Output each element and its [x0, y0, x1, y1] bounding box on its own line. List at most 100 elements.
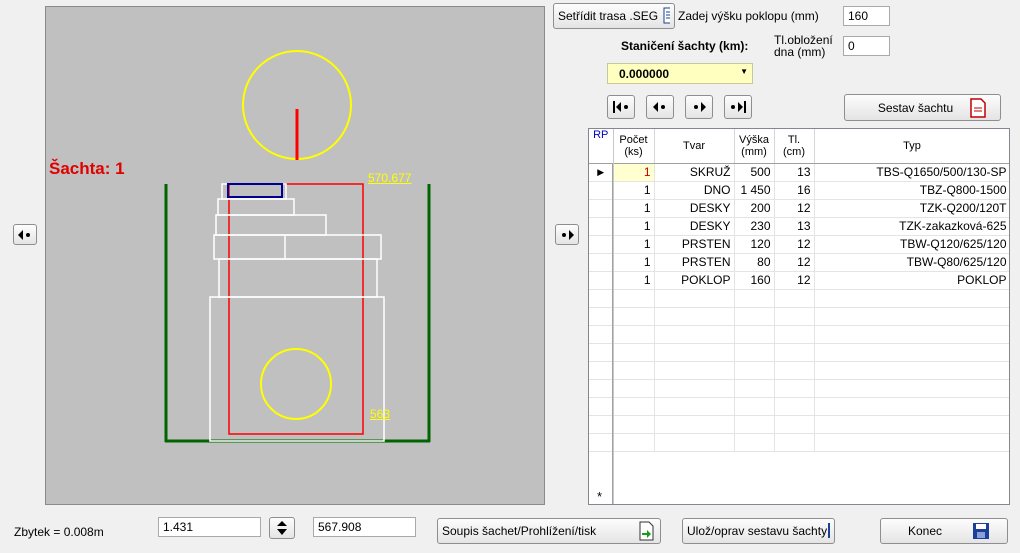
column-header-height[interactable]: Výška (mm): [734, 129, 775, 164]
sort-route-button[interactable]: Setřídit trasa .SEG: [553, 3, 675, 29]
document-sort-icon: [663, 7, 670, 24]
shape-cell[interactable]: SKRUŽ: [654, 163, 735, 182]
first-record-icon: [613, 101, 628, 113]
empty-cell: [814, 343, 1009, 362]
empty-cell: [734, 307, 775, 326]
assemble-shaft-label: Sestav šachtu: [877, 100, 954, 115]
floor-thickness-input[interactable]: 0: [843, 36, 890, 56]
empty-cell: [734, 433, 775, 452]
document-export-icon: [639, 521, 654, 541]
shaft-list-print-button[interactable]: Soupis šachet/Prohlížení/tisk: [437, 518, 661, 544]
first-shaft-button[interactable]: [607, 95, 635, 119]
last-shaft-button[interactable]: [724, 95, 752, 119]
top-elevation-label: 570.677: [368, 171, 412, 185]
column-header-count[interactable]: Počet (ks): [613, 129, 655, 164]
type-cell[interactable]: TBS-Q1650/500/130-SP: [814, 163, 1009, 182]
type-cell[interactable]: TBZ-Q800-1500: [814, 181, 1009, 200]
height-cell[interactable]: 80: [734, 253, 775, 272]
count-cell[interactable]: 1: [613, 163, 655, 182]
shape-cell[interactable]: POKLOP: [654, 271, 735, 290]
swap-values-button[interactable]: [269, 517, 295, 539]
value2-input[interactable]: 567.908: [313, 517, 416, 537]
table-row[interactable]: 1 POKLOP 160 12 POKLOP: [589, 271, 1009, 290]
grid-row-header-column: [589, 164, 613, 504]
table-row[interactable]: 1 DESKY 200 12 TZK-Q200/120T: [589, 199, 1009, 218]
previous-shaft-button[interactable]: [13, 224, 37, 245]
next-shaft-side-button[interactable]: [555, 224, 579, 245]
empty-cell: [814, 325, 1009, 344]
lid-height-label: Zadej výšku poklopu (mm): [678, 9, 819, 23]
thickness-cell[interactable]: 16: [774, 181, 815, 200]
empty-cell: [734, 289, 775, 308]
height-cell[interactable]: 500: [734, 163, 775, 182]
height-cell[interactable]: 230: [734, 217, 775, 236]
count-cell[interactable]: 1: [613, 271, 655, 290]
value1-input[interactable]: 1.431: [158, 517, 261, 537]
column-header-type[interactable]: Typ: [814, 129, 1009, 164]
empty-cell: [654, 433, 735, 452]
shape-cell[interactable]: DESKY: [654, 217, 735, 236]
count-cell[interactable]: 1: [613, 217, 655, 236]
floppy-save-icon: [828, 523, 830, 538]
thickness-cell[interactable]: 12: [774, 235, 815, 254]
table-row[interactable]: ▶ 1 SKRUŽ 500 13 TBS-Q1650/500/130-SP: [589, 163, 1009, 182]
save-assembly-button[interactable]: Ulož/oprav sestavu šachty: [682, 518, 835, 544]
next-shaft-button[interactable]: [685, 95, 713, 119]
shape-cell[interactable]: DESKY: [654, 199, 735, 218]
thickness-cell[interactable]: 13: [774, 163, 815, 182]
exit-label: Konec: [907, 524, 943, 538]
thickness-cell[interactable]: 12: [774, 271, 815, 290]
arrow-left-dot-icon: [18, 229, 30, 240]
empty-row: [589, 361, 1009, 380]
empty-cell: [814, 397, 1009, 416]
empty-cell: [613, 343, 655, 362]
next-record-icon: [694, 102, 706, 112]
segment-plate-a: [215, 214, 327, 236]
table-row[interactable]: 1 PRSTEN 80 12 TBW-Q80/625/120: [589, 253, 1009, 272]
count-cell[interactable]: 1: [613, 253, 655, 272]
height-cell[interactable]: 120: [734, 235, 775, 254]
exit-button[interactable]: Konec: [880, 518, 1008, 544]
count-cell[interactable]: 1: [613, 181, 655, 200]
table-row[interactable]: 1 DNO 1 450 16 TBZ-Q800-1500: [589, 181, 1009, 200]
prev-shaft-button[interactable]: [646, 95, 674, 119]
empty-cell: [774, 307, 815, 326]
empty-cell: [774, 343, 815, 362]
empty-cell: [654, 361, 735, 380]
shape-cell[interactable]: DNO: [654, 181, 735, 200]
type-cell[interactable]: TZK-zakazková-625: [814, 217, 1009, 236]
type-cell[interactable]: TBW-Q80/625/120: [814, 253, 1009, 272]
thickness-cell[interactable]: 13: [774, 217, 815, 236]
stationing-label: Staničení šachty (km):: [621, 39, 749, 53]
shape-cell[interactable]: PRSTEN: [654, 253, 735, 272]
count-cell[interactable]: 1: [613, 235, 655, 254]
type-cell[interactable]: TBW-Q120/625/120: [814, 235, 1009, 254]
table-row[interactable]: 1 DESKY 230 13 TZK-zakazková-625: [589, 217, 1009, 236]
column-header-thickness[interactable]: Tl. (cm): [774, 129, 815, 164]
thickness-cell[interactable]: 12: [774, 253, 815, 272]
assemble-shaft-button[interactable]: Sestav šachtu: [844, 94, 1001, 121]
empty-cell: [734, 397, 775, 416]
column-header-shape[interactable]: Tvar: [654, 129, 735, 164]
count-cell[interactable]: 1: [613, 199, 655, 218]
height-cell[interactable]: 160: [734, 271, 775, 290]
height-cell[interactable]: 200: [734, 199, 775, 218]
empty-cell: [734, 379, 775, 398]
empty-cell: [613, 397, 655, 416]
thickness-cell[interactable]: 12: [774, 199, 815, 218]
table-row[interactable]: 1 PRSTEN 120 12 TBW-Q120/625/120: [589, 235, 1009, 254]
empty-cell: [654, 397, 735, 416]
empty-cell: [814, 361, 1009, 380]
shape-cell[interactable]: PRSTEN: [654, 235, 735, 254]
empty-row: [589, 289, 1009, 308]
type-cell[interactable]: POKLOP: [814, 271, 1009, 290]
lid-height-input[interactable]: 160: [843, 6, 890, 26]
new-row-marker: *: [597, 489, 603, 504]
empty-cell: [654, 307, 735, 326]
type-cell[interactable]: TZK-Q200/120T: [814, 199, 1009, 218]
shaft-components-grid[interactable]: RP Počet (ks) Tvar Výška (mm) Tl. (cm) T…: [588, 128, 1010, 505]
empty-row: [589, 397, 1009, 416]
column-header-rp[interactable]: RP: [589, 129, 614, 164]
height-cell[interactable]: 1 450: [734, 181, 775, 200]
stationing-select[interactable]: 0.000000 ▼: [607, 63, 753, 84]
